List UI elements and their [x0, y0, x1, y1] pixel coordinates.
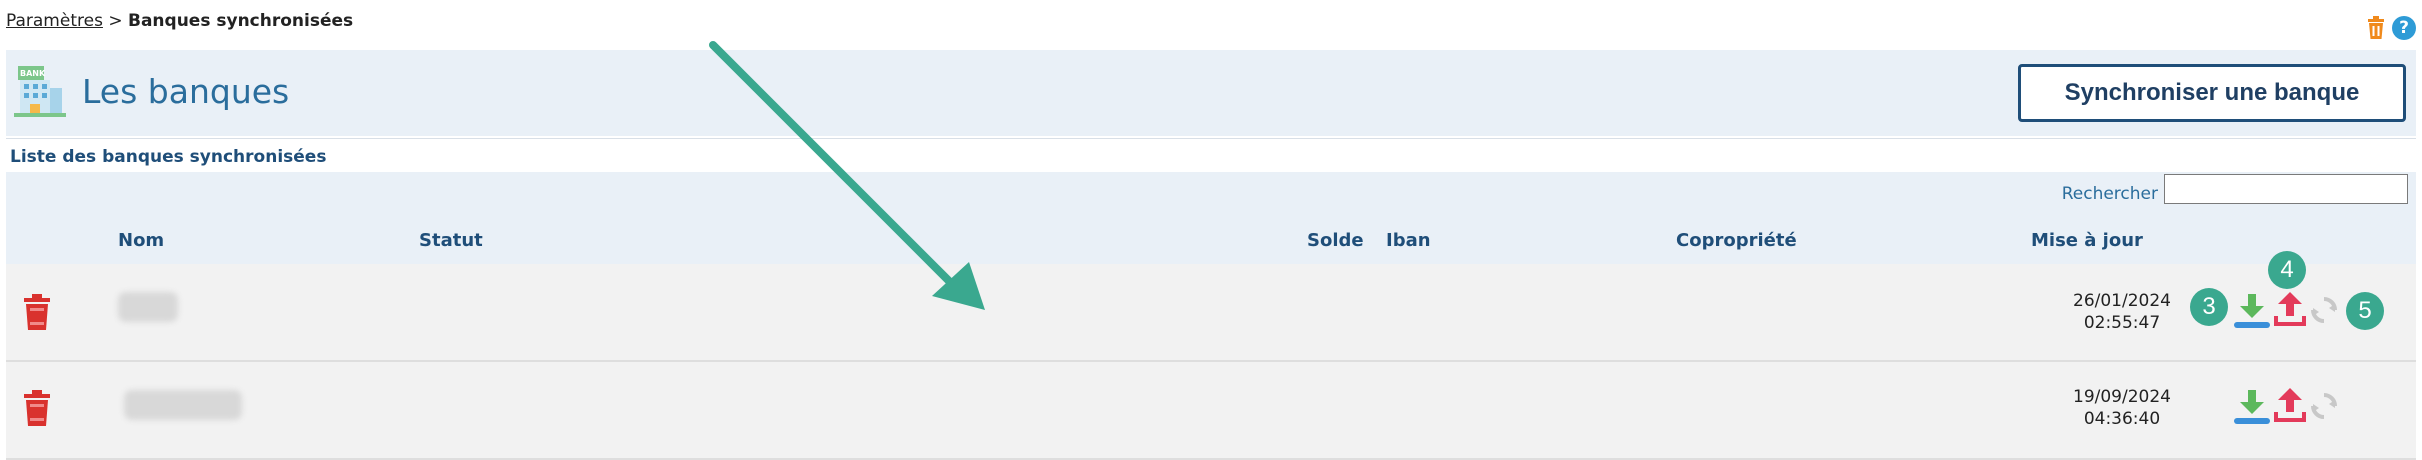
column-iban[interactable]: Iban [1386, 230, 1431, 251]
search-input[interactable] [2164, 174, 2408, 204]
breadcrumb-current: Banques synchronisées [128, 11, 354, 31]
list-section-header: Liste des banques synchronisées [6, 138, 2416, 173]
download-icon[interactable] [2232, 292, 2272, 330]
annotation-badge-3: 3 [2190, 288, 2228, 326]
update-time: 02:55:47 [2083, 313, 2161, 333]
sync-bank-button[interactable]: Synchroniser une banque [2018, 64, 2406, 122]
update-datetime: 19/09/2024 04:36:40 [2062, 386, 2182, 430]
annotation-badge-4: 4 [2268, 251, 2306, 289]
column-statut[interactable]: Statut [419, 230, 483, 251]
breadcrumb-separator: > [108, 11, 123, 31]
download-icon[interactable] [2232, 388, 2272, 426]
upload-icon[interactable] [2272, 388, 2308, 426]
column-mise-a-jour[interactable]: Mise à jour [2031, 230, 2143, 251]
refresh-icon[interactable] [2310, 392, 2338, 420]
column-nom[interactable]: Nom [118, 230, 164, 251]
table-header: Nom Statut Solde Iban Copropriété Mise à… [6, 218, 2416, 265]
breadcrumb: Paramètres > Banques synchronisées [6, 11, 353, 31]
search-label: Rechercher [2061, 184, 2158, 204]
breadcrumb-parameters-link[interactable]: Paramètres [6, 11, 103, 31]
annotation-badge-5: 5 [2346, 292, 2384, 330]
trash-icon[interactable] [2366, 16, 2386, 40]
table-row: 19/09/2024 04:36:40 [6, 362, 2416, 460]
update-datetime: 26/01/2024 02:55:47 [2062, 290, 2182, 334]
upload-icon[interactable] [2272, 292, 2308, 330]
delete-bank-icon[interactable] [22, 294, 52, 330]
bank-building-icon: BANK [14, 66, 66, 117]
update-time: 04:36:40 [2083, 409, 2161, 429]
list-title: Liste des banques synchronisées [10, 147, 327, 167]
help-icon[interactable]: ? [2392, 16, 2416, 40]
table-row: 26/01/2024 02:55:47 [6, 264, 2416, 362]
page-header: BANK Les banques Synchroniser une banque [6, 50, 2416, 136]
top-actions: ? [2366, 16, 2416, 40]
bank-name-redacted [124, 390, 242, 420]
column-copropriete[interactable]: Copropriété [1676, 230, 1797, 251]
delete-bank-icon[interactable] [22, 390, 52, 426]
bank-name-redacted [118, 292, 178, 322]
update-date: 19/09/2024 [2073, 387, 2171, 407]
update-date: 26/01/2024 [2073, 291, 2171, 311]
page-title: Les banques [82, 72, 290, 111]
bank-sign: BANK [20, 69, 46, 78]
refresh-icon[interactable] [2310, 296, 2338, 324]
column-solde[interactable]: Solde [1307, 230, 1364, 251]
table-toolbar: Rechercher [6, 172, 2416, 218]
